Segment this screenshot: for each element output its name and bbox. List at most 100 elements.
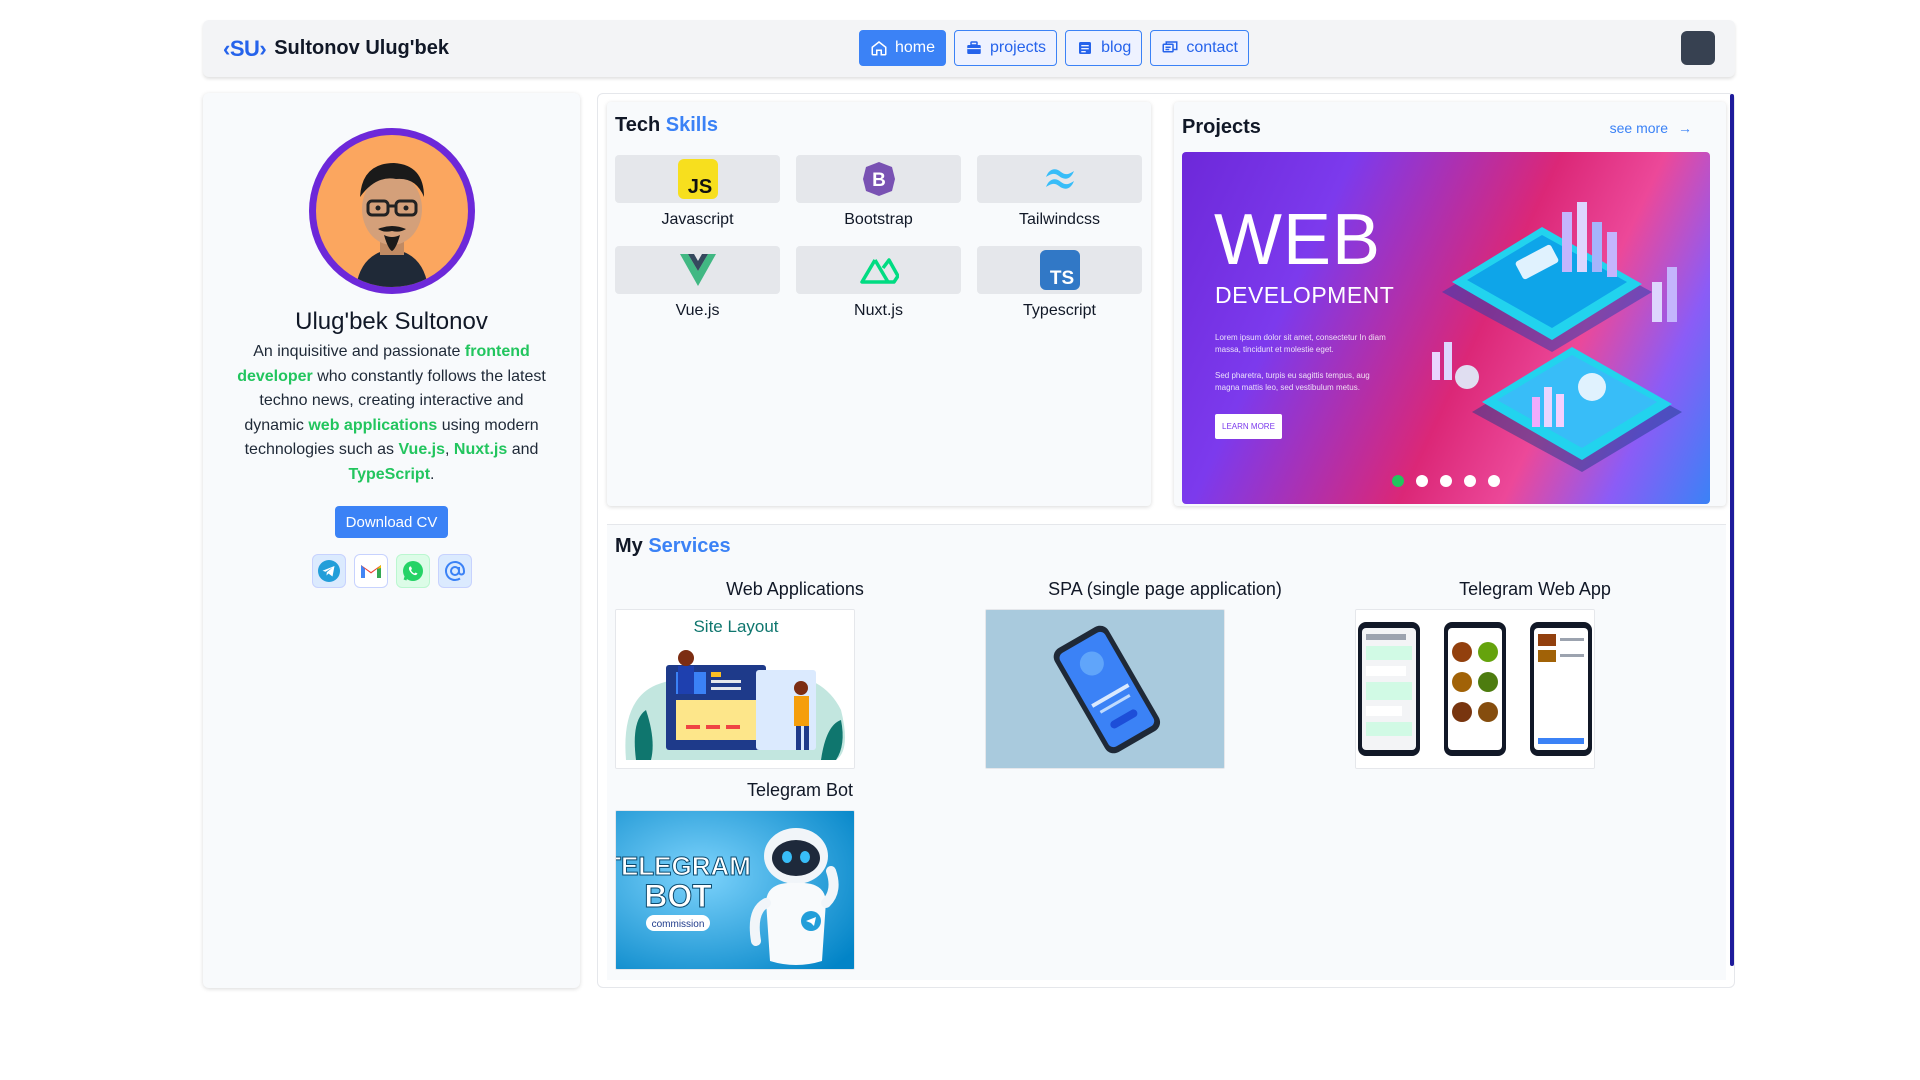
chat-icon xyxy=(1162,41,1178,53)
telegram-web-app-screens-illustration xyxy=(1356,610,1594,768)
slide-subtitle: DEVELOPMENT xyxy=(1215,282,1395,308)
skill-label: Nuxt.js xyxy=(854,302,903,319)
profile-bio: An inquisitive and passionate frontend d… xyxy=(237,340,547,487)
skill-nuxtjs[interactable]: Nuxt.js xyxy=(796,246,961,320)
carousel-dot-2[interactable] xyxy=(1416,475,1428,487)
projects-card: Projects see more → WEB DEVELOPMENT Lore… xyxy=(1174,102,1726,506)
projects-carousel[interactable]: WEB DEVELOPMENT Lorem ipsum dolor sit am… xyxy=(1182,152,1710,504)
arrow-right-icon: → xyxy=(1678,120,1692,136)
profile-name: Ulug'bek Sultonov xyxy=(295,308,488,335)
nav-blog-button[interactable]: blog xyxy=(1065,30,1143,66)
skills-title-text: Tech xyxy=(615,114,666,136)
skill-vuejs[interactable]: Vue.js xyxy=(615,246,780,320)
vuejs-icon xyxy=(679,254,716,286)
brand[interactable]: ‹SU› Sultonov Ulug'bek xyxy=(223,20,449,77)
article-icon xyxy=(1079,42,1092,54)
skill-icon-box xyxy=(615,246,780,294)
bio-highlight: web applications xyxy=(308,416,438,434)
telegram-link[interactable] xyxy=(311,554,346,588)
profile-card: Ulug'bek Sultonov An inquisitive and pas… xyxy=(203,93,580,988)
brand-logo: ‹SU› xyxy=(223,35,267,61)
brand-name: Sultonov Ulug'bek xyxy=(274,37,449,59)
bootstrap-icon: B xyxy=(862,162,895,196)
telegram-bot-text: commission xyxy=(652,919,705,930)
carousel-dot-4[interactable] xyxy=(1464,475,1476,487)
carousel-dot-3[interactable] xyxy=(1440,475,1452,487)
services-section: My Services Web Applications Site Layout xyxy=(607,524,1726,980)
email-link[interactable] xyxy=(437,554,472,588)
slide-title: WEB xyxy=(1214,200,1382,280)
skill-label: Typescript xyxy=(1023,302,1096,319)
skill-label: Tailwindcss xyxy=(1019,211,1100,228)
skill-icon-box: TS xyxy=(977,246,1142,294)
skill-icon-box xyxy=(977,155,1142,203)
service-telegram-web-app[interactable]: Telegram Web App xyxy=(1355,579,1715,769)
nuxtjs-icon xyxy=(859,258,899,284)
tech-skills-card: Tech Skills JS Javascript B Bootstrap Ta… xyxy=(607,102,1151,506)
service-spa[interactable]: SPA (single page application) xyxy=(985,579,1345,769)
phone-mockup-illustration xyxy=(986,610,1224,768)
slide-learn-more-button[interactable]: LEARN MORE xyxy=(1215,414,1282,439)
service-image xyxy=(985,609,1225,769)
carousel-dot-5[interactable] xyxy=(1488,475,1500,487)
tailwindcss-icon xyxy=(1045,169,1074,189)
whatsapp-link[interactable] xyxy=(395,554,430,588)
svg-text:JS: JS xyxy=(687,176,711,198)
avatar-image xyxy=(315,135,468,287)
skills-grid: JS Javascript B Bootstrap Tailwindcss Vu… xyxy=(615,155,1142,320)
service-telegram-bot[interactable]: Telegram Bot TELEGRAM BOT commission xyxy=(615,780,855,970)
service-label: Telegram Bot xyxy=(746,780,853,800)
carousel-dot-1[interactable] xyxy=(1392,475,1404,487)
services-title: My Services xyxy=(615,535,731,558)
main-content: Tech Skills JS Javascript B Bootstrap Ta… xyxy=(597,93,1735,988)
see-more-label: see more xyxy=(1609,120,1668,136)
skills-title: Tech Skills xyxy=(615,114,718,137)
skill-label: Javascript xyxy=(661,211,734,228)
home-icon xyxy=(871,41,887,56)
skill-tailwindcss[interactable]: Tailwindcss xyxy=(977,155,1142,229)
skill-typescript[interactable]: TS Typescript xyxy=(977,246,1142,320)
see-more-link[interactable]: see more → xyxy=(1610,120,1692,136)
bio-text: and xyxy=(507,441,539,458)
isometric-devices-illustration xyxy=(1432,202,1682,472)
skill-label: Bootstrap xyxy=(844,211,913,228)
nav-projects-label: projects xyxy=(990,39,1047,56)
site-layout-text: Site Layout xyxy=(693,617,778,636)
nav-home-button[interactable]: home xyxy=(859,30,947,66)
telegram-bot-text: TELEGRAM xyxy=(616,851,751,881)
download-cv-button[interactable]: Download CV xyxy=(334,506,449,538)
nav-blog-label: blog xyxy=(1101,39,1132,56)
email-at-icon xyxy=(444,561,465,581)
services-title-accent: Services xyxy=(648,535,731,557)
main-nav: home projects blog contact xyxy=(859,30,1249,66)
briefcase-icon xyxy=(967,41,981,54)
avatar-portrait-illustration xyxy=(355,163,428,287)
javascript-icon: JS xyxy=(677,159,718,199)
whatsapp-icon xyxy=(402,561,423,581)
projects-title: Projects xyxy=(1182,116,1261,138)
gmail-link[interactable] xyxy=(353,554,388,588)
scrollbar[interactable] xyxy=(1730,94,1734,966)
avatar xyxy=(308,128,475,294)
top-navbar: ‹SU› Sultonov Ulug'bek home projects blo… xyxy=(203,20,1735,77)
nav-projects-button[interactable]: projects xyxy=(954,30,1058,66)
theme-toggle-button[interactable] xyxy=(1681,31,1715,65)
nav-contact-button[interactable]: contact xyxy=(1150,30,1249,66)
skills-title-accent: Skills xyxy=(665,114,719,136)
service-image xyxy=(1355,609,1595,769)
carousel-indicators xyxy=(1392,475,1500,487)
service-image: Site Layout xyxy=(615,609,855,769)
service-image: TELEGRAM BOT commission xyxy=(615,810,855,970)
skill-bootstrap[interactable]: B Bootstrap xyxy=(796,155,961,229)
service-label: Web Applications xyxy=(726,579,864,599)
skill-icon-box: JS xyxy=(615,155,780,203)
services-title-text: My xyxy=(615,535,649,557)
skill-icon-box: B xyxy=(796,155,961,203)
service-web-applications[interactable]: Web Applications Site Layout xyxy=(615,579,975,769)
service-label: SPA (single page application) xyxy=(1048,579,1282,599)
bio-text: An inquisitive and passionate xyxy=(253,343,465,360)
telegram-icon xyxy=(317,560,340,582)
skill-javascript[interactable]: JS Javascript xyxy=(615,155,780,229)
nav-contact-label: contact xyxy=(1186,39,1238,56)
skill-icon-box xyxy=(796,246,961,294)
